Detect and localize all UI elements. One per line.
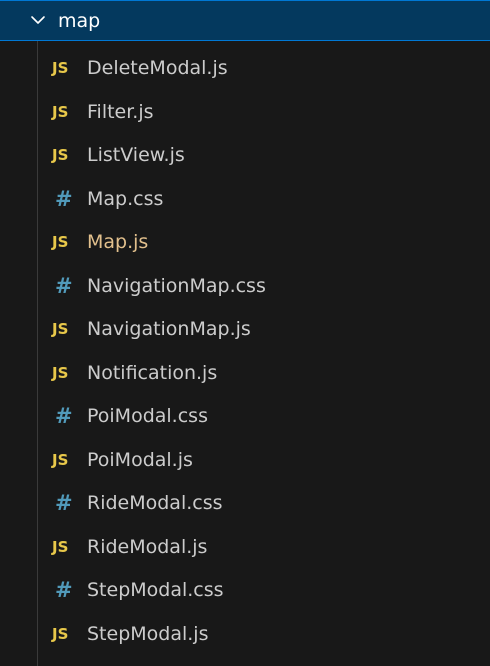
css-file-icon: # (55, 186, 73, 211)
file-explorer: map JS DeleteModal.js JS Filter.js JS ListVie… (0, 0, 490, 666)
file-item[interactable]: JS NavigationMap.js (0, 309, 490, 353)
css-file-icon: # (55, 578, 73, 602)
js-file-icon: JS (52, 233, 69, 251)
file-name: NavigationMap.css (87, 274, 266, 297)
file-name: ListView.js (87, 144, 185, 166)
file-name: StepModal.css (87, 579, 224, 601)
file-item[interactable]: # StepModal.css (0, 570, 490, 614)
file-name: Filter.js (87, 100, 154, 123)
file-name: Map.js (87, 231, 149, 253)
file-item[interactable]: JS Filter.js (0, 92, 490, 136)
file-item[interactable]: JS Map.js (0, 222, 490, 266)
js-file-icon: JS (52, 537, 69, 556)
file-item[interactable]: JS DeleteModal.js (0, 48, 490, 92)
file-item[interactable]: # RideModal.css (0, 483, 490, 527)
file-item[interactable]: JS StepModal.js (0, 614, 490, 658)
file-name: RideModal.css (87, 492, 223, 514)
js-file-icon: JS (52, 59, 69, 77)
file-item[interactable]: # NavigationMap.css (0, 266, 490, 310)
folder-name: map (58, 10, 101, 32)
file-item[interactable]: # Map.css (0, 179, 490, 223)
file-name: Notification.js (87, 361, 218, 384)
file-item[interactable]: JS PoiModal.js (0, 440, 490, 484)
js-file-icon: JS (52, 320, 69, 338)
file-list: JS DeleteModal.js JS Filter.js JS ListView.js… (0, 48, 490, 657)
file-item[interactable]: JS RideModal.js (0, 527, 490, 571)
js-file-icon: JS (52, 363, 69, 382)
js-file-icon: JS (52, 146, 69, 164)
file-item[interactable]: JS ListView.js (0, 135, 490, 179)
file-name: PoiModal.js (87, 448, 193, 471)
file-name: NavigationMap.js (87, 318, 251, 340)
file-name: DeleteModal.js (87, 57, 228, 79)
file-item[interactable]: # PoiModal.css (0, 396, 490, 440)
js-file-icon: JS (52, 624, 69, 643)
file-item[interactable]: JS Notification.js (0, 353, 490, 397)
css-file-icon: # (55, 404, 73, 428)
file-name: Map.css (87, 187, 164, 210)
css-file-icon: # (55, 491, 73, 515)
folder-row-map[interactable]: map (0, 0, 490, 41)
js-file-icon: JS (52, 450, 69, 469)
chevron-down-icon[interactable] (30, 12, 46, 28)
js-file-icon: JS (52, 102, 69, 121)
file-name: PoiModal.css (87, 405, 208, 427)
file-name: StepModal.js (87, 622, 209, 645)
css-file-icon: # (55, 273, 73, 298)
file-name: RideModal.js (87, 535, 208, 558)
